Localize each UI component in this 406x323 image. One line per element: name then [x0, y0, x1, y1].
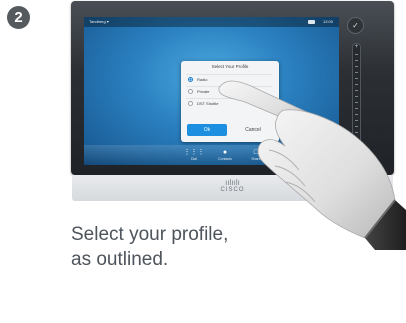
dialog-title: Select Your Profile — [211, 64, 249, 69]
status-time: 12:00 — [322, 19, 333, 24]
option-label: Radio — [197, 77, 208, 82]
step-number-badge: 2 — [7, 6, 30, 29]
radio-button-icon[interactable] — [188, 77, 193, 82]
dial-label: Dial — [190, 157, 198, 161]
radio-button-icon[interactable] — [188, 89, 193, 94]
plus-icon[interactable]: + — [353, 44, 360, 50]
power-button-icon[interactable]: ✓ — [347, 17, 364, 34]
grid-icon: ⋮⋮⋮ — [183, 149, 205, 156]
radio-button-icon[interactable] — [188, 101, 193, 106]
option-label: Private — [197, 89, 210, 94]
caption-line-1: Select your profile, — [71, 224, 229, 245]
dial-button[interactable]: ⋮⋮⋮ Dial — [179, 148, 209, 162]
status-bar: Tandberg ▾ 12:00 — [84, 17, 339, 27]
instruction-caption: Select your profile, as outlined. — [71, 222, 331, 272]
status-bar-title[interactable]: Tandberg ▾ — [89, 17, 109, 27]
camera-icon[interactable] — [308, 20, 315, 24]
caption-line-2: as outlined. — [71, 249, 169, 270]
